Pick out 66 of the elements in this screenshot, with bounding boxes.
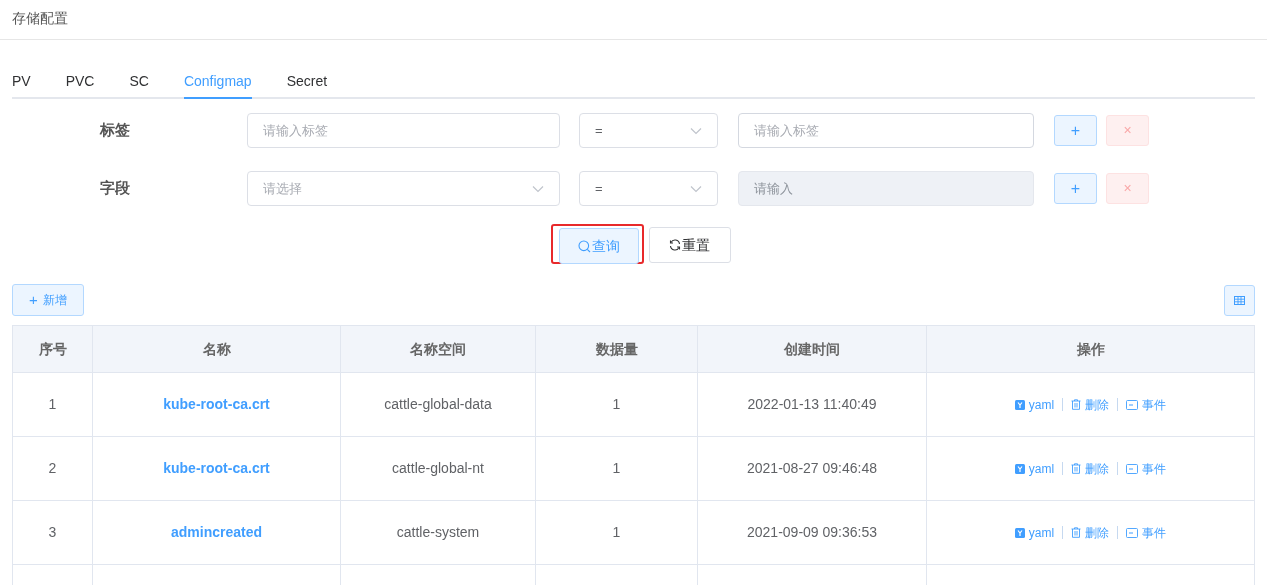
add-button[interactable]: + 新增 [12,284,84,316]
tab[interactable]: Configmap [183,66,252,99]
message-icon [1126,463,1139,474]
yaml-icon [1014,463,1025,474]
chevron-down-icon [690,184,702,193]
reset-button[interactable]: 重置 [648,227,731,263]
operator-select[interactable]: = [579,113,718,148]
select-field[interactable]: 请选择 [247,171,560,206]
events-link[interactable]: 事件 [1126,459,1167,478]
table-cell-text: 2021-09-09 09:36:53 [747,523,877,542]
table-cell-text: 1 [612,459,621,478]
add-condition-button[interactable]: + [1054,173,1097,204]
table-cell-text: cattle-system [396,523,480,542]
add-condition-button[interactable]: + [1054,115,1097,146]
filter-label: 标签 [100,120,131,141]
operator-select[interactable]: = [579,171,718,206]
refresh-icon [669,239,681,251]
remove-condition-button[interactable]: × [1106,115,1149,146]
column-header: 操作 [1076,339,1105,359]
filter-label: 字段 [100,178,131,199]
table-cell-text: 1 [612,523,621,542]
message-icon [1126,399,1139,410]
column-header: 名称空间 [410,339,466,359]
events-link[interactable]: 事件 [1126,523,1167,542]
tab[interactable]: SC [129,66,149,99]
table-cell-text: cattle-global-data [384,395,492,414]
delete-link[interactable]: 删除 [1071,523,1110,542]
yaml-icon [1014,399,1025,410]
delete-link[interactable]: 删除 [1071,459,1110,478]
trash-icon [1071,527,1082,538]
name-link[interactable]: kube-root-ca.crt [163,458,270,479]
name-link[interactable]: kube-root-ca.crt [163,394,270,415]
input-field[interactable]: 请输入标签 [738,113,1034,148]
table-cell-text: 2021-08-27 09:46:48 [747,459,877,478]
yaml-icon [1014,527,1025,538]
table-cell-text: 2022-01-13 11:40:49 [747,395,877,414]
name-link[interactable]: admincreated [170,522,262,543]
trash-icon [1071,399,1082,410]
input-field[interactable]: 请输入标签 [247,113,560,148]
column-header: 数据量 [595,339,638,359]
tab[interactable]: PVC [65,66,95,99]
table-cell-text: 3 [48,523,57,542]
yaml-link[interactable]: yaml [1014,395,1055,414]
tab[interactable]: Secret [286,66,328,99]
yaml-link[interactable]: yaml [1014,459,1055,478]
events-link[interactable]: 事件 [1126,395,1167,414]
column-settings-button[interactable] [1224,284,1255,316]
column-header: 创建时间 [784,339,840,359]
tab[interactable]: PV [12,66,31,99]
message-icon [1126,527,1139,538]
table-cell-text: cattle-global-nt [392,459,484,478]
table-icon [1234,295,1245,305]
trash-icon [1071,463,1082,474]
search-icon [577,239,591,253]
yaml-link[interactable]: yaml [1014,523,1055,542]
chevron-down-icon [690,126,702,135]
remove-condition-button[interactable]: × [1106,173,1149,204]
delete-link[interactable]: 删除 [1071,395,1110,414]
chevron-down-icon [532,184,544,193]
table-cell-text: 2 [48,459,57,478]
column-header: 名称 [202,339,231,359]
page-title: 存储配置 [12,10,68,26]
table-cell-text: 1 [48,395,57,414]
column-header: 序号 [38,339,67,359]
table-cell-text: 1 [612,395,621,414]
search-button[interactable]: 查询 [558,228,639,264]
